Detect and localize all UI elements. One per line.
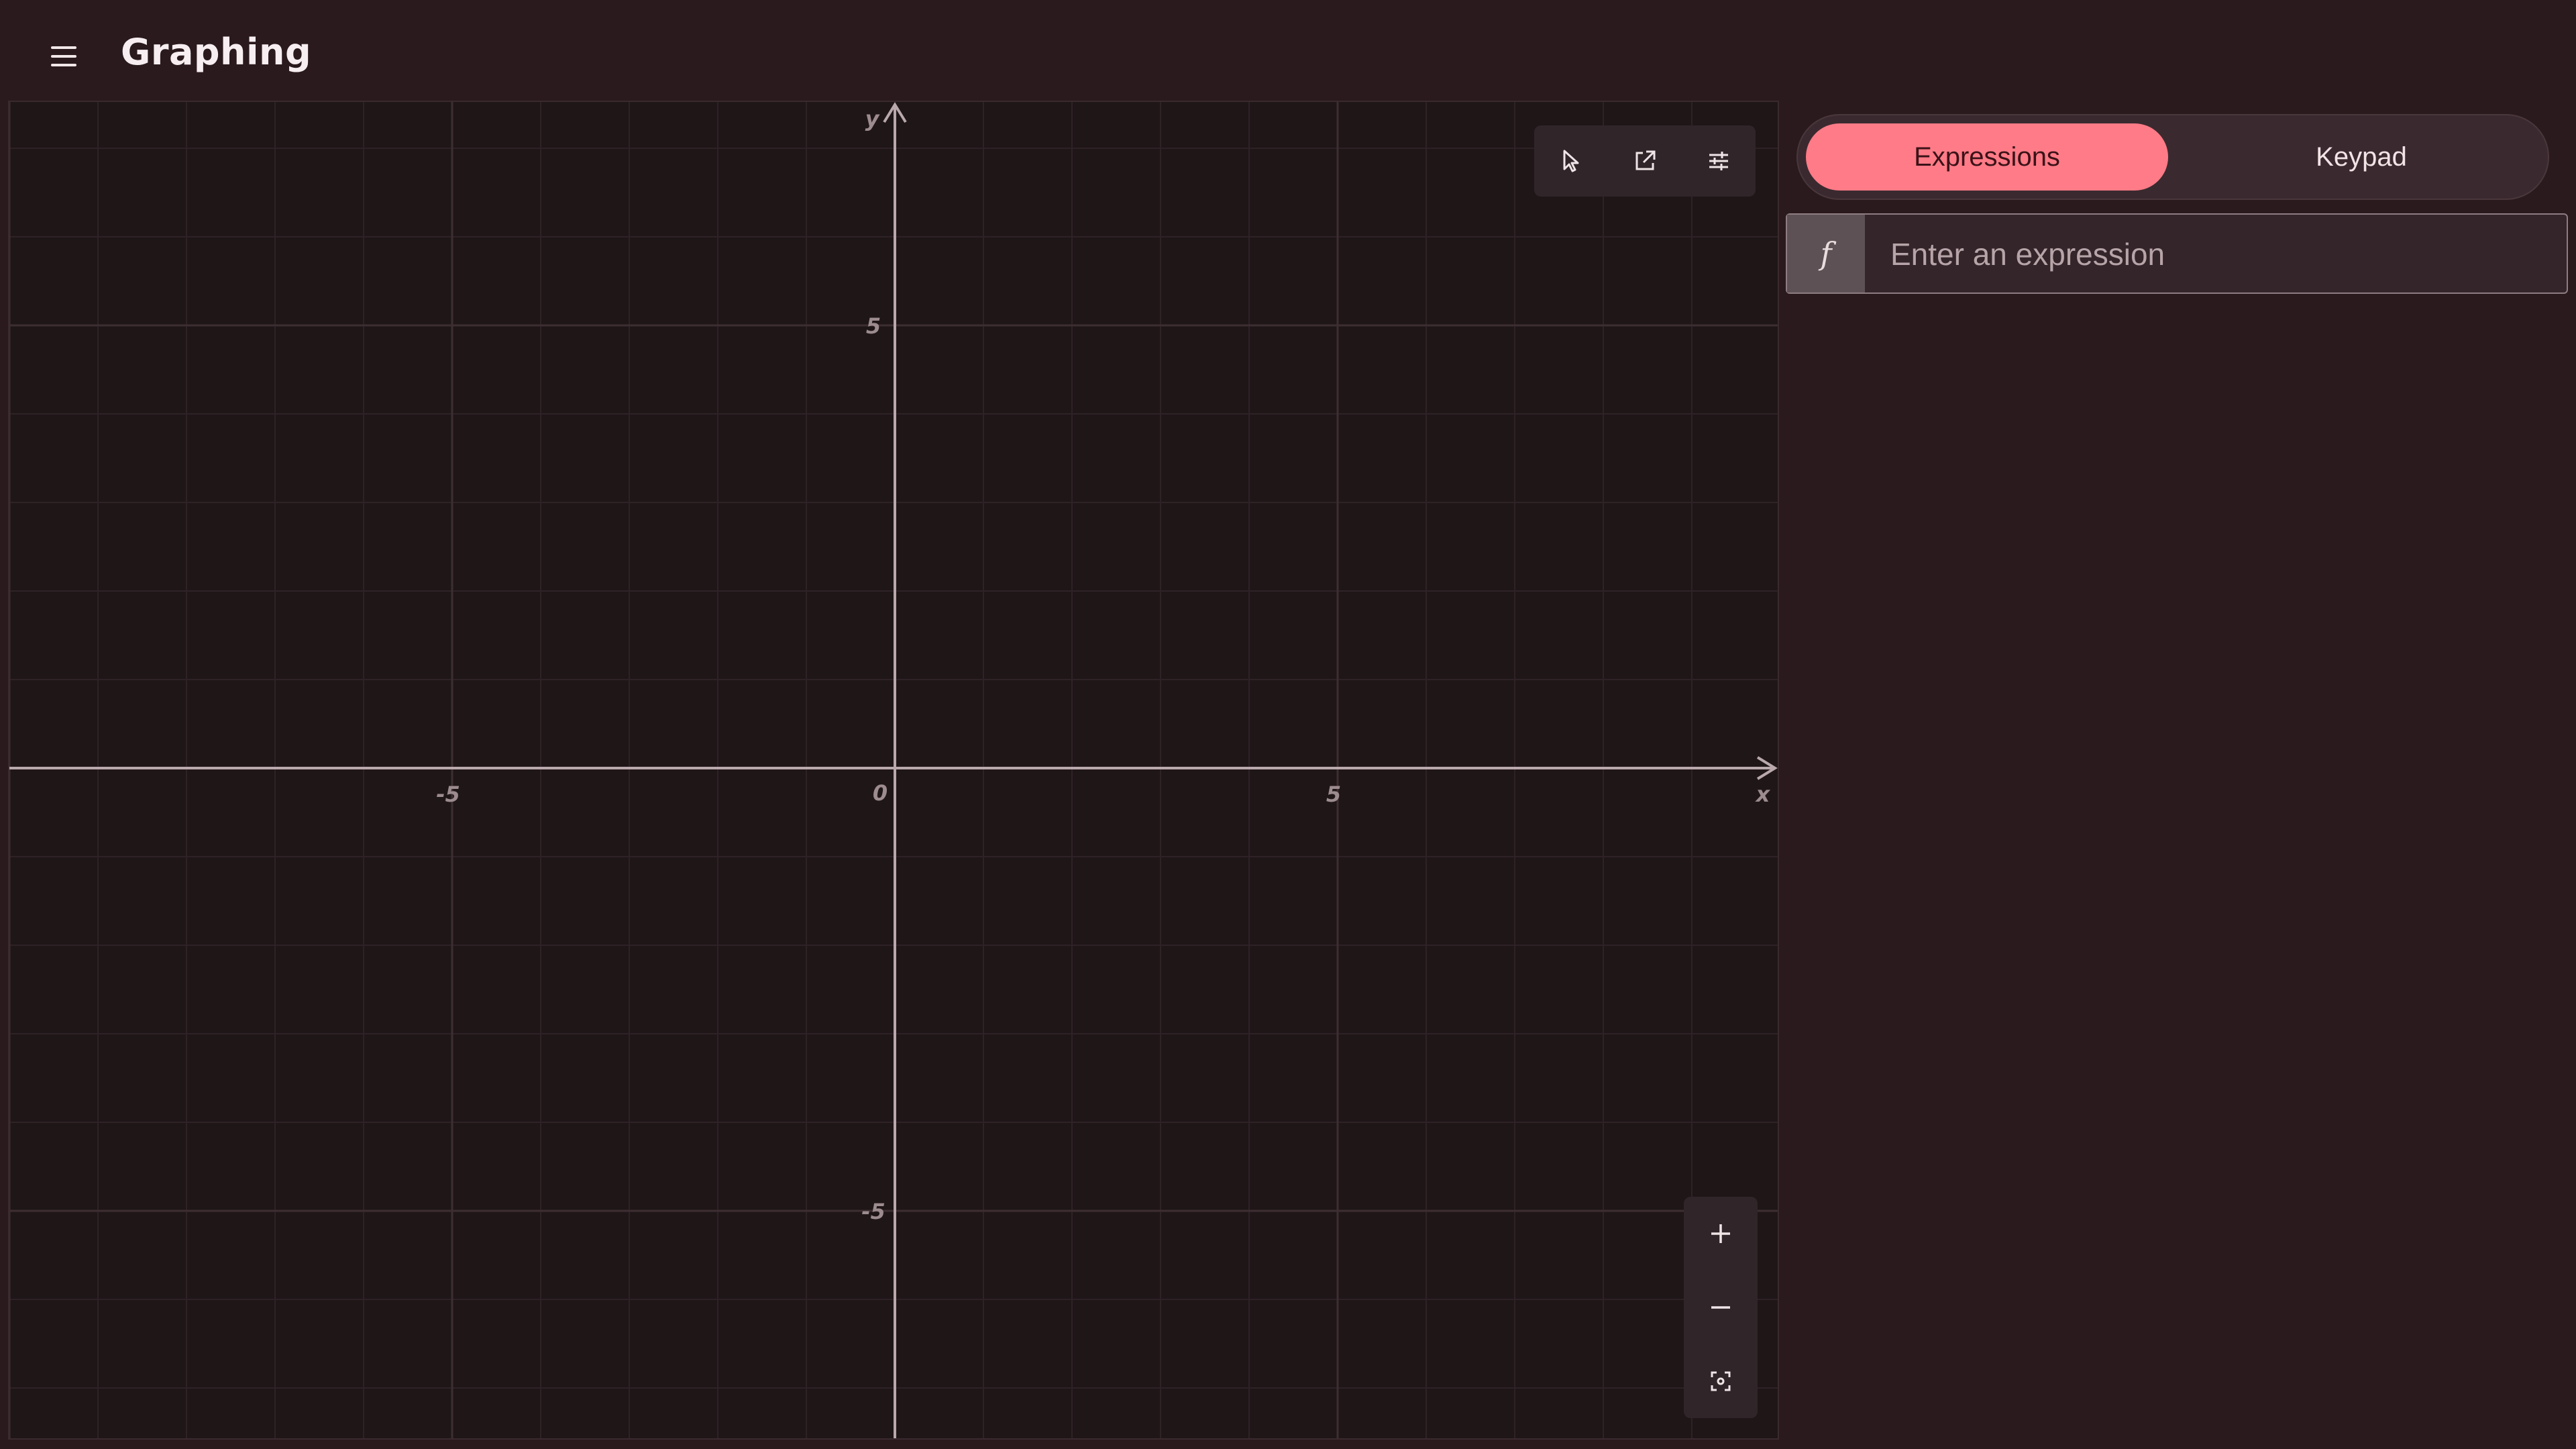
app-title: Graphing — [121, 31, 312, 73]
settings-sliders-icon — [1709, 152, 1728, 170]
view-switcher: Expressions Keypad — [1796, 114, 2549, 200]
function-icon[interactable]: f — [1787, 215, 1865, 292]
cursor-icon — [1563, 150, 1579, 172]
plus-icon — [1711, 1224, 1730, 1243]
y-axis-label: y — [865, 106, 880, 131]
y-tick-label: -5 — [861, 1199, 885, 1224]
menu-icon[interactable] — [42, 38, 86, 75]
zoom-controls — [1684, 1197, 1758, 1418]
trace-cursor-button[interactable] — [1541, 131, 1601, 191]
graph-canvas[interactable]: -5 5 5 -5 0 x y — [8, 101, 1779, 1440]
graph-grid: -5 5 5 -5 0 x y — [9, 102, 1778, 1438]
reset-view-button[interactable] — [1687, 1348, 1754, 1415]
expression-row: f — [1786, 213, 2568, 294]
share-button[interactable] — [1615, 131, 1675, 191]
x-tick-label: -5 — [436, 782, 460, 807]
x-axis-label: x — [1755, 782, 1771, 807]
expression-input[interactable] — [1865, 215, 2567, 294]
x-tick-label: 5 — [1326, 782, 1341, 807]
title-bar: Graphing — [0, 0, 2576, 101]
zoom-out-button[interactable] — [1687, 1274, 1754, 1341]
graph-toolbar — [1534, 125, 1756, 197]
zoom-in-button[interactable] — [1687, 1200, 1754, 1267]
reset-view-icon — [1711, 1371, 1731, 1391]
share-icon — [1635, 150, 1656, 170]
y-tick-label: 5 — [866, 313, 881, 339]
right-pane: Expressions Keypad f — [1784, 101, 2576, 1449]
tab-expressions[interactable]: Expressions — [1806, 123, 2168, 191]
tab-keypad[interactable]: Keypad — [2182, 123, 2541, 191]
minus-icon — [1711, 1306, 1730, 1309]
origin-label: 0 — [873, 780, 888, 806]
graph-settings-button[interactable] — [1688, 131, 1749, 191]
